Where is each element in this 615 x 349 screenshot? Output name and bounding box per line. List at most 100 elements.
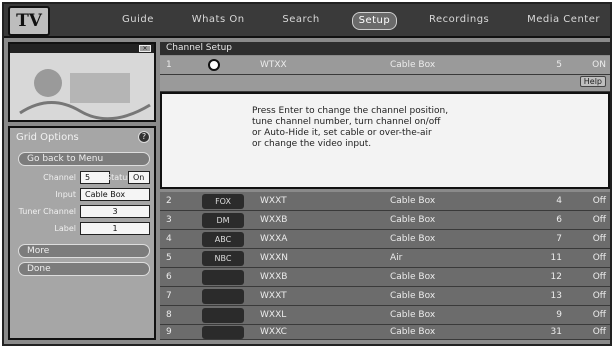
row-source: Cable Box [390,272,436,282]
video-preview[interactable]: × [8,42,156,122]
row-status: Off [592,253,606,263]
help-icon[interactable]: ? [138,131,150,143]
row-channel: 12 [550,272,562,282]
row-source: Cable Box [390,291,436,301]
input-label: Input [55,190,76,199]
table-row[interactable]: 4 ABC WXXA Cable Box 7 Off [160,230,610,249]
label-label: Label [54,224,76,233]
row-channel: 13 [550,291,562,301]
tab-media-center[interactable]: Media Center [521,12,606,30]
row-source: Cable Box [390,60,436,70]
row-status: Off [592,310,606,320]
row-call-sign: WXXC [260,327,287,337]
row-call-sign: WXXA [260,234,288,244]
row-status: Off [592,291,606,301]
table-row[interactable]: 2 FOX WXXT Cable Box 4 Off [160,192,610,211]
tv-logo: TV [8,6,50,36]
status-label: Status [106,173,132,182]
info-line: tune channel number, turn channel on/off [252,117,441,127]
row-number: 2 [166,196,172,206]
globe-icon [208,58,220,73]
tab-recordings[interactable]: Recordings [423,12,495,30]
table-row-selected-extra: Help [160,75,610,92]
row-number: 7 [166,291,172,301]
channel-logo: ABC [202,232,244,247]
tab-guide[interactable]: Guide [116,12,160,30]
row-number: 1 [166,60,172,70]
input-field[interactable]: Cable Box [80,188,150,201]
done-button[interactable]: Done [18,262,150,276]
channel-logo [202,326,244,339]
help-badge[interactable]: Help [579,76,606,87]
table-row[interactable]: 6 WXXB Cable Box 12 Off [160,268,610,287]
row-channel: 11 [550,253,562,263]
row-number: 5 [166,253,172,263]
row-call-sign: WTXX [260,60,287,70]
channel-logo: NBC [202,251,244,266]
row-status: Off [592,196,606,206]
row-call-sign: WXXT [260,291,287,301]
channel-logo [202,270,244,285]
close-icon[interactable]: × [139,45,151,52]
table-row[interactable]: 9 WXXC Cable Box 31 Off [160,325,610,340]
table-row[interactable]: 7 WXXT Cable Box 13 Off [160,287,610,306]
tab-bar: Guide Whats On Search Setup Recordings M… [116,12,606,30]
row-channel: 9 [556,310,562,320]
row-number: 6 [166,272,172,282]
tab-whats-on[interactable]: Whats On [186,12,251,30]
row-call-sign: WXXL [260,310,287,320]
row-status: Off [592,327,606,337]
table-row[interactable]: 3 DM WXXB Cable Box 6 Off [160,211,610,230]
tuner-channel-label: Tuner Channel [18,207,76,216]
row-call-sign: WXXT [260,196,287,206]
tab-search[interactable]: Search [276,12,325,30]
row-channel: 31 [550,327,562,337]
info-line: or Auto-Hide it, set cable or over-the-a… [252,128,432,138]
channel-label: Channel [43,173,76,182]
row-number: 8 [166,310,172,320]
table-row[interactable]: 5 NBC WXXN Air 11 Off [160,249,610,268]
row-call-sign: WXXB [260,272,288,282]
row-status: Off [592,272,606,282]
row-source: Air [390,253,403,263]
row-channel: 6 [556,215,562,225]
go-back-button[interactable]: Go back to Menu [18,152,150,166]
row-status: Off [592,234,606,244]
row-channel: 7 [556,234,562,244]
row-channel: 5 [556,60,562,70]
row-status: Off [592,215,606,225]
row-source: Cable Box [390,234,436,244]
info-line: Press Enter to change the channel positi… [252,106,449,116]
row-status: ON [592,60,606,70]
video-image [10,53,154,120]
tab-setup[interactable]: Setup [351,12,398,30]
table-row-selected[interactable]: 1 WTXX Cable Box 5 ON [160,56,610,75]
info-text: Press Enter to change the channel positi… [252,106,512,150]
row-channel: 4 [556,196,562,206]
top-navigation: TV Guide Whats On Search Setup Recording… [4,4,610,38]
more-button[interactable]: More [18,244,150,258]
status-field[interactable]: On [128,171,150,184]
row-source: Cable Box [390,310,436,320]
preview-title-bar [10,44,154,53]
row-source: Cable Box [390,215,436,225]
row-source: Cable Box [390,327,436,337]
table-row[interactable]: 8 WXXL Cable Box 9 Off [160,306,610,325]
left-column: × Grid Options ? Go back to Menu Channel… [8,42,156,342]
info-box: Press Enter to change the channel positi… [160,92,610,189]
info-line: or change the video input. [252,139,372,149]
grid-options-panel: Grid Options ? Go back to Menu Channel 5… [8,126,156,340]
channel-logo: FOX [202,194,244,209]
channel-list: Channel Setup 1 WTXX Cable Box 5 ON Help… [160,42,610,342]
tv-guide-window: TV Guide Whats On Search Setup Recording… [2,2,612,346]
channel-logo [202,308,244,323]
tuner-channel-field[interactable]: 3 [80,205,150,218]
row-call-sign: WXXB [260,215,288,225]
label-field[interactable]: 1 [80,222,150,235]
row-number: 9 [166,327,172,337]
list-header: Channel Setup [160,42,610,55]
row-source: Cable Box [390,196,436,206]
channel-logo: DM [202,213,244,228]
row-number: 4 [166,234,172,244]
channel-logo [202,289,244,304]
